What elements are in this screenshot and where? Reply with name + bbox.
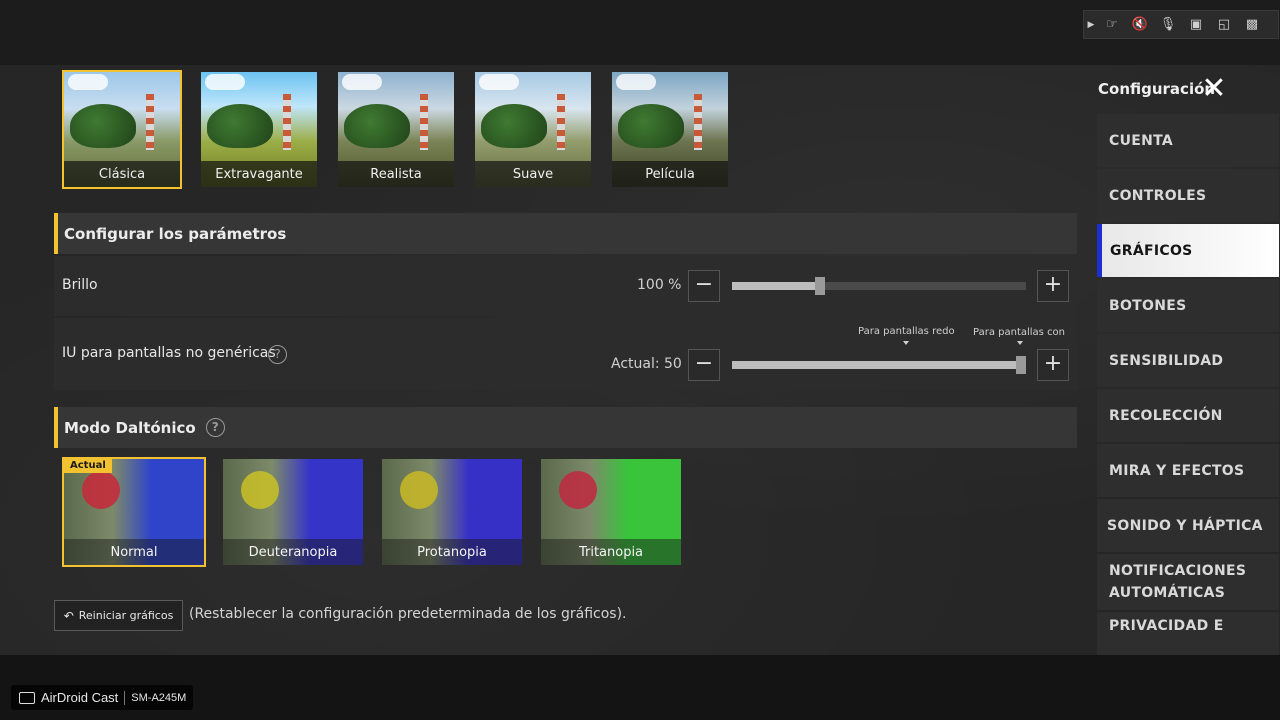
ui-screens-value: Actual: 50 [611,356,682,372]
nav-item-graficos[interactable]: GRÁFICOS [1097,224,1279,277]
ui-screens-slider-fill [732,361,1026,369]
airdroid-app-name: AirDroid Cast [41,690,119,705]
brightness-increase-button[interactable]: + [1037,270,1069,302]
colorblind-option-label: Deuteranopia [223,539,363,565]
preset-label: Película [612,161,728,187]
fullscreen-icon[interactable]: ◱ [1210,11,1238,38]
nav-item-botones[interactable]: BOTONES [1097,279,1279,332]
brightness-row: Brillo 100 % − + [54,256,1077,316]
reset-graphics-label: Reiniciar gráficos [78,609,174,622]
nav-item-label: CUENTA [1109,132,1174,149]
current-badge: Actual [64,459,112,473]
brightness-label: Brillo [62,277,98,293]
nav-item-notificaciones[interactable]: NOTIFICACIONES AUTOMÁTICAS [1097,554,1279,610]
nav-item-label: SENSIBILIDAD [1109,352,1224,369]
nav-item-recoleccion[interactable]: RECOLECCIÓN [1097,389,1279,442]
nav-item-label-line2: AUTOMÁTICAS [1109,585,1226,601]
ui-screens-decrease-button[interactable]: − [688,349,720,381]
brightness-decrease-button[interactable]: − [688,270,720,302]
preset-film[interactable]: Película [610,70,730,189]
nav-item-label: CONTROLES [1109,187,1207,204]
ui-screens-slider-thumb[interactable] [1016,356,1026,374]
reset-icon: ↶ [63,608,74,623]
mic-muted-icon[interactable]: 🎙 [1154,11,1182,38]
tick-marker-icon [1017,341,1023,345]
preset-label: Realista [338,161,454,187]
tick-label-rounded: Para pantallas redo [858,326,955,337]
file-icon[interactable]: ▣ [1182,11,1210,38]
tick-marker-icon [903,341,909,345]
tick-label-with: Para pantallas con [973,327,1066,338]
close-icon[interactable]: ✕ [1198,74,1230,106]
colorblind-title: Modo Daltónico [64,418,196,437]
brightness-value: 100 % [637,277,682,293]
preset-vivid[interactable]: Extravagante [199,70,319,189]
ui-screens-row: IU para pantallas no genéricas ? Para pa… [54,318,1077,390]
screen-icon[interactable]: ▩ [1238,11,1266,38]
colorblind-option-normal[interactable]: Actual Normal [62,457,206,567]
colorblind-option-tritanopia[interactable]: Tritanopia [539,457,683,567]
nav-item-controles[interactable]: CONTROLES [1097,169,1279,222]
reset-description: (Restablecer la configuración predetermi… [189,606,627,622]
monitor-icon [19,691,35,704]
nav-item-label: PRIVACIDAD E [1109,618,1224,634]
preset-label: Extravagante [201,161,317,187]
brightness-slider-thumb[interactable] [815,277,825,295]
hand-pointer-icon[interactable]: ☞ [1098,11,1126,38]
cast-toolbar: ▶ ☞ 🔇 🎙 ▣ ◱ ▩ [1083,10,1279,39]
nav-item-label: MIRA Y EFECTOS [1109,462,1245,479]
colorblind-option-label: Normal [64,539,204,565]
play-arrow-icon[interactable]: ▶ [1084,11,1098,38]
colorblind-section-title: Modo Daltónico ? [54,407,1077,448]
ui-screens-slider[interactable] [732,356,1026,374]
nav-item-sonido-haptica[interactable]: SONIDO Y HÁPTICA [1097,499,1279,552]
colorblind-option-deuteranopia[interactable]: Deuteranopia [221,457,365,567]
colorblind-option-label: Protanopia [382,539,522,565]
nav-item-label: GRÁFICOS [1110,242,1193,259]
nav-item-label: RECOLECCIÓN [1109,407,1223,424]
ui-screens-label: IU para pantallas no genéricas [62,345,276,361]
ui-screens-increase-button[interactable]: + [1037,349,1069,381]
preset-soft[interactable]: Suave [473,70,593,189]
colorblind-option-protanopia[interactable]: Protanopia [380,457,524,567]
nav-item-privacidad[interactable]: PRIVACIDAD E [1097,612,1279,655]
help-icon[interactable]: ? [205,418,225,437]
reset-graphics-button[interactable]: ↶ Reiniciar gráficos [54,600,183,631]
preset-label: Clásica [64,161,180,187]
nav-item-cuenta[interactable]: CUENTA [1097,114,1279,167]
nav-item-label: NOTIFICACIONES [1109,563,1247,579]
nav-item-label: BOTONES [1109,297,1187,314]
colorblind-option-label: Tritanopia [541,539,681,565]
brightness-slider[interactable] [732,277,1026,295]
preset-label: Suave [475,161,591,187]
params-section-title: Configurar los parámetros [54,213,1077,254]
preset-realistic[interactable]: Realista [336,70,456,189]
speaker-muted-icon[interactable]: 🔇 [1126,11,1154,38]
airdroid-device-name: SM-A245M [131,691,187,704]
nav-item-sensibilidad[interactable]: SENSIBILIDAD [1097,334,1279,387]
airdroid-watermark: AirDroid Cast SM-A245M [11,685,193,710]
preset-classic[interactable]: Clásica [62,70,182,189]
brightness-slider-fill [732,282,820,290]
nav-item-label: SONIDO Y HÁPTICA [1107,517,1263,534]
nav-item-mira-efectos[interactable]: MIRA Y EFECTOS [1097,444,1279,497]
help-icon[interactable]: ? [268,345,287,364]
